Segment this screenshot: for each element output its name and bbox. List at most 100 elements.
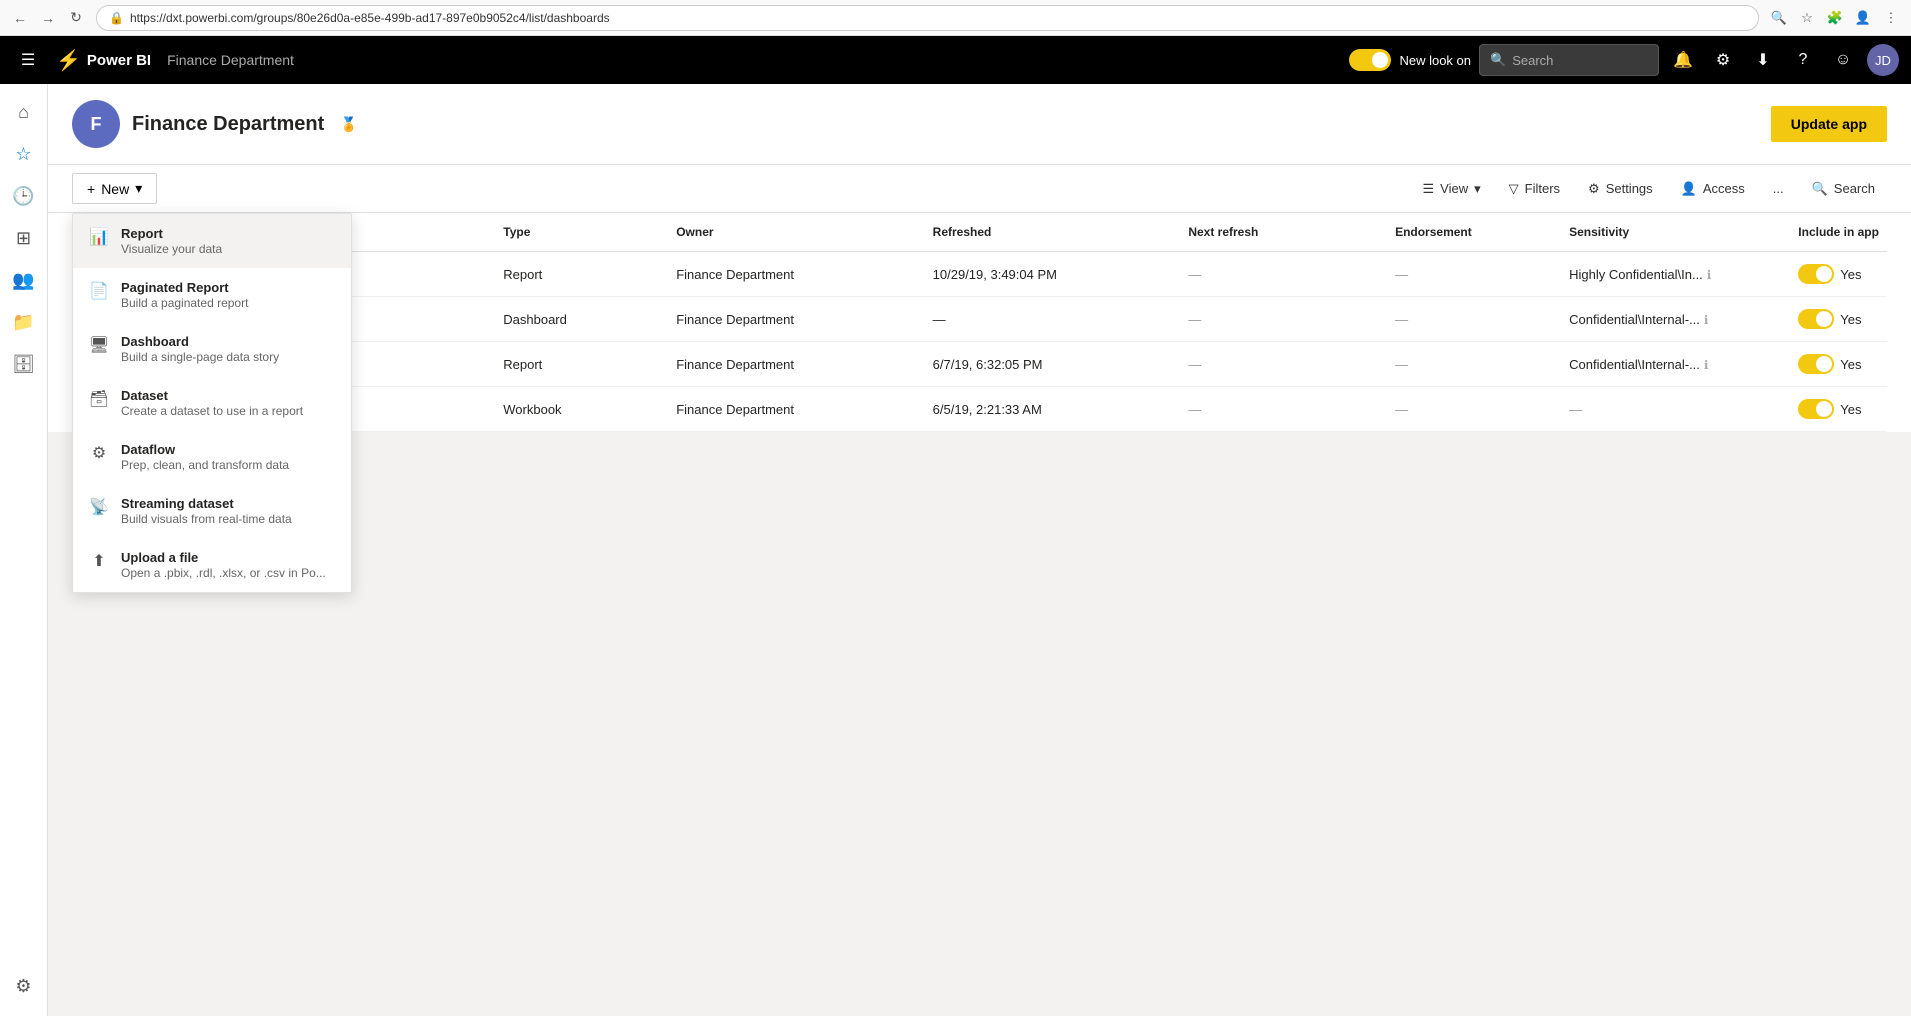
extension-icon[interactable]: 🧩 <box>1823 6 1847 30</box>
back-button[interactable]: ← <box>8 6 32 30</box>
sidebar-item-workspaces[interactable]: 📁 <box>4 302 44 342</box>
upload-desc: Open a .pbix, .rdl, .xlsx, or .csv in Po… <box>121 566 326 580</box>
refresh-button[interactable]: ↻ <box>64 6 88 30</box>
sidebar-item-datasets[interactable]: 🗄 <box>4 344 44 384</box>
col-header-sensitivity[interactable]: Sensitivity <box>1561 213 1790 252</box>
browser-icons: 🔍 ☆ 🧩 👤 ⋮ <box>1767 6 1903 30</box>
info-icon-1[interactable]: ℹ <box>1704 313 1709 327</box>
download-icon[interactable]: ⬇ <box>1747 44 1779 76</box>
dropdown-item-report-text: Report Visualize your data <box>121 226 222 256</box>
address-bar[interactable]: 🔒 https://dxt.powerbi.com/groups/80e26d0… <box>96 5 1759 31</box>
titlebar-right: New look on 🔍 Search 🔔 ⚙ ⬇ ? ☺ JD <box>1349 44 1899 76</box>
workspace-avatar: F <box>72 100 120 148</box>
cell-endorsement-2: — <box>1387 342 1561 387</box>
sidebar-item-home[interactable]: ⌂ <box>4 92 44 132</box>
dashboard-title: Dashboard <box>121 334 279 349</box>
include-toggle-1[interactable] <box>1798 309 1834 329</box>
dropdown-item-dataset-text: Dataset Create a dataset to use in a rep… <box>121 388 303 418</box>
col-header-refreshed[interactable]: Refreshed <box>925 213 1181 252</box>
update-app-button[interactable]: Update app <box>1771 106 1887 142</box>
notification-icon[interactable]: 🔔 <box>1667 44 1699 76</box>
access-label: Access <box>1703 181 1745 196</box>
new-dropdown-menu: 📊 Report Visualize your data 📄 Paginated… <box>72 213 352 593</box>
sidebar-item-apps[interactable]: ⊞ <box>4 218 44 258</box>
paginated-report-icon: 📄 <box>89 281 109 301</box>
sidebar-item-recent[interactable]: 🕒 <box>4 176 44 216</box>
cell-sensitivity-3: — <box>1561 387 1790 432</box>
sidebar-item-favorites[interactable]: ☆ <box>4 134 44 174</box>
feedback-icon[interactable]: ☺ <box>1827 44 1859 76</box>
report-icon: 📊 <box>89 227 109 247</box>
dropdown-item-paginated-report[interactable]: 📄 Paginated Report Build a paginated rep… <box>73 268 351 322</box>
user-avatar[interactable]: JD <box>1867 44 1899 76</box>
include-toggle-0[interactable] <box>1798 264 1834 284</box>
cell-refreshed-0: 10/29/19, 3:49:04 PM <box>925 252 1181 297</box>
col-header-type[interactable]: Type <box>495 213 668 252</box>
global-search-box[interactable]: 🔍 Search <box>1479 44 1659 76</box>
settings-button[interactable]: ⚙ Settings <box>1576 175 1665 203</box>
filters-button[interactable]: ▽ Filters <box>1497 175 1572 203</box>
col-header-next-refresh[interactable]: Next refresh <box>1180 213 1387 252</box>
cell-next-refresh-0: — <box>1180 252 1387 297</box>
col-header-endorsement[interactable]: Endorsement <box>1387 213 1561 252</box>
view-chevron-icon: ▾ <box>1474 181 1481 197</box>
dropdown-item-upload[interactable]: ⬆ Upload a file Open a .pbix, .rdl, .xls… <box>73 538 351 592</box>
dataflow-icon: ⚙ <box>89 443 109 463</box>
include-label-0: Yes <box>1840 267 1861 282</box>
new-look-switch[interactable] <box>1349 49 1391 71</box>
dropdown-item-dataset[interactable]: 🗃 Dataset Create a dataset to use in a r… <box>73 376 351 430</box>
forward-button[interactable]: → <box>36 6 60 30</box>
sidebar: ⌂ ☆ 🕒 ⊞ 👥 📁 🗄 ⚙ <box>0 84 48 1016</box>
cell-refreshed-1: — <box>925 297 1181 342</box>
view-button[interactable]: ☰ View ▾ <box>1411 175 1493 203</box>
hamburger-menu[interactable]: ☰ <box>12 44 44 76</box>
new-look-toggle[interactable]: New look on <box>1349 49 1471 71</box>
dropdown-item-streaming[interactable]: 📡 Streaming dataset Build visuals from r… <box>73 484 351 538</box>
plus-icon: + <box>87 181 95 197</box>
new-button[interactable]: + New ▾ <box>72 173 157 204</box>
dashboard-desc: Build a single-page data story <box>121 350 279 364</box>
dropdown-item-dashboard-text: Dashboard Build a single-page data story <box>121 334 279 364</box>
cell-include-3: Yes <box>1790 387 1887 432</box>
dropdown-item-dataflow[interactable]: ⚙ Dataflow Prep, clean, and transform da… <box>73 430 351 484</box>
dropdown-item-report[interactable]: 📊 Report Visualize your data <box>73 214 351 268</box>
include-toggle-2[interactable] <box>1798 354 1834 374</box>
sidebar-item-shared[interactable]: 👥 <box>4 260 44 300</box>
filter-icon: ▽ <box>1509 181 1519 197</box>
dataset-desc: Create a dataset to use in a report <box>121 404 303 418</box>
upload-icon: ⬆ <box>89 551 109 571</box>
cell-type-3: Workbook <box>495 387 668 432</box>
streaming-icon: 📡 <box>89 497 109 517</box>
new-look-label: New look on <box>1399 53 1471 68</box>
paginated-report-title: Paginated Report <box>121 280 248 295</box>
dropdown-item-dashboard[interactable]: 🖥 Dashboard Build a single-page data sto… <box>73 322 351 376</box>
col-header-owner[interactable]: Owner <box>668 213 924 252</box>
info-icon-0[interactable]: ℹ <box>1707 268 1712 282</box>
app-titlebar: ☰ ⚡ Power BI Finance Department New look… <box>0 36 1911 84</box>
cell-include-1: Yes <box>1790 297 1887 342</box>
cell-sensitivity-1: Confidential\Internal-...ℹ <box>1561 297 1790 342</box>
paginated-report-desc: Build a paginated report <box>121 296 248 310</box>
gear-icon: ⚙ <box>1588 181 1600 197</box>
cell-next-refresh-3: — <box>1180 387 1387 432</box>
zoom-icon[interactable]: 🔍 <box>1767 6 1791 30</box>
info-icon-2[interactable]: ℹ <box>1704 358 1709 372</box>
include-toggle-3[interactable] <box>1798 399 1834 419</box>
star-icon[interactable]: ☆ <box>1795 6 1819 30</box>
settings-icon[interactable]: ⚙ <box>1707 44 1739 76</box>
access-button[interactable]: 👤 Access <box>1669 175 1757 203</box>
sidebar-item-settings[interactable]: ⚙ <box>4 966 44 1006</box>
search-button[interactable]: 🔍 Search <box>1800 175 1887 203</box>
profile-icon[interactable]: 👤 <box>1851 6 1875 30</box>
toolbar: + New ▾ ☰ View ▾ ▽ Filters ⚙ Settings 👤 … <box>48 165 1911 213</box>
col-header-include-in-app[interactable]: Include in app <box>1790 213 1887 252</box>
help-icon[interactable]: ? <box>1787 44 1819 76</box>
cell-type-0: Report <box>495 252 668 297</box>
dropdown-item-upload-text: Upload a file Open a .pbix, .rdl, .xlsx,… <box>121 550 326 580</box>
url-text: https://dxt.powerbi.com/groups/80e26d0a-… <box>130 11 610 25</box>
cell-type-1: Dashboard <box>495 297 668 342</box>
more-button[interactable]: ... <box>1761 175 1796 202</box>
cell-endorsement-3: — <box>1387 387 1561 432</box>
streaming-desc: Build visuals from real-time data <box>121 512 292 526</box>
more-browser-icon[interactable]: ⋮ <box>1879 6 1903 30</box>
